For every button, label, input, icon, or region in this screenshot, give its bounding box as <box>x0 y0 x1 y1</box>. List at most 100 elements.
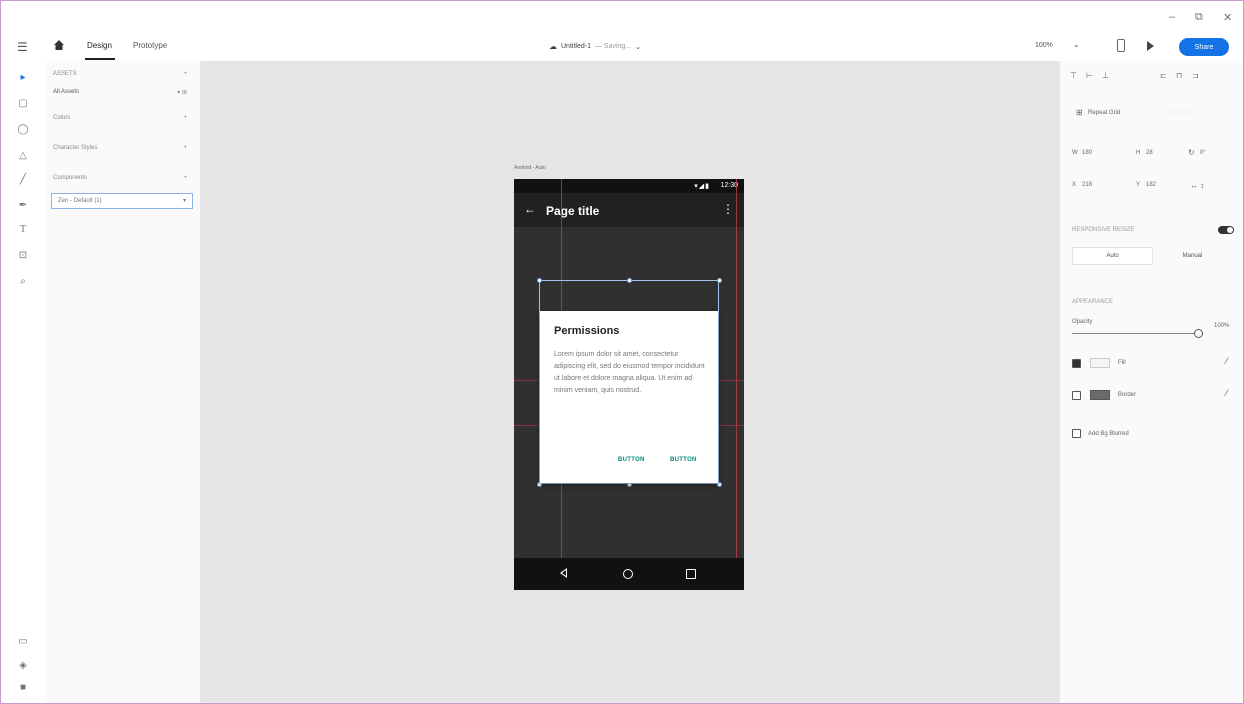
appearance-header: APPEARANCE <box>1072 299 1114 305</box>
repeat-grid-label[interactable]: Repeat Grid <box>1088 110 1120 116</box>
resize-handle[interactable] <box>717 278 722 283</box>
polygon-tool-icon[interactable]: △ <box>17 149 29 161</box>
design-canvas[interactable]: Android - Auto ▾◢▮ 12:30 ← Page title ⋮ <box>201 61 1059 703</box>
fill-swatch[interactable] <box>1090 358 1110 368</box>
y-label: Y <box>1136 182 1141 188</box>
tab-design[interactable]: Design <box>87 41 112 50</box>
signal-battery-icon: ▾◢▮ <box>694 183 710 190</box>
back-arrow-icon[interactable]: ← <box>524 202 536 216</box>
resize-handle[interactable] <box>627 278 632 283</box>
zoom-level[interactable]: 100% <box>1035 42 1053 49</box>
select-tool-icon[interactable]: ▸ <box>17 71 29 83</box>
colors-row[interactable]: Colors + <box>53 115 193 129</box>
artboard-tool-icon[interactable]: ⊡ <box>17 249 29 261</box>
opacity-value[interactable]: 100% <box>1214 323 1229 329</box>
device-preview-icon[interactable] <box>1117 39 1125 52</box>
nav-back-inner <box>562 570 566 576</box>
repeat-grid-icon[interactable]: ⊞ <box>1076 108 1083 117</box>
dialog-button-1[interactable]: BUTTON <box>618 457 645 463</box>
android-nav-bar <box>514 558 744 590</box>
rotation-value[interactable]: 0° <box>1200 150 1206 156</box>
align-left-icon[interactable]: ⊏ <box>1160 71 1168 81</box>
document-assets-icon[interactable]: ▭ <box>17 635 29 647</box>
fill-eyedropper-icon[interactable]: ⁄ <box>1226 356 1228 366</box>
x-label: X <box>1072 182 1077 188</box>
fill-checkbox[interactable] <box>1072 359 1081 368</box>
permissions-dialog[interactable]: Permissions Lorem ipsum dolor sit amet, … <box>540 311 718 483</box>
resize-manual-option[interactable]: Manual <box>1153 247 1232 265</box>
responsive-resize-label: RESPONSIVE RESIZE <box>1072 227 1135 233</box>
align-center-icon[interactable]: ⊓ <box>1176 71 1184 81</box>
character-styles-row[interactable]: Character Styles + <box>53 145 193 159</box>
artboard-label[interactable]: Android - Auto <box>514 165 546 171</box>
add-component-icon[interactable]: + <box>183 175 187 181</box>
minimize-button[interactable]: – <box>1169 11 1175 23</box>
document-title[interactable]: ☁ Untitled-1 — Saving... ⌄ <box>549 42 641 51</box>
share-button[interactable]: Share <box>1179 38 1229 56</box>
nav-home-icon[interactable] <box>623 569 633 579</box>
pen-tool-icon[interactable]: ✒ <box>17 199 29 211</box>
border-swatch[interactable] <box>1090 390 1110 400</box>
fill-label: Fill <box>1118 360 1126 366</box>
close-button[interactable]: ✕ <box>1223 11 1232 24</box>
more-vert-icon[interactable]: ⋮ <box>722 202 734 216</box>
nav-recents-icon[interactable] <box>686 569 696 579</box>
rotate-icon[interactable]: ↻ <box>1188 148 1195 157</box>
component-select[interactable]: Zen - Default (1) ▾ <box>51 193 193 209</box>
resize-auto-option[interactable]: Auto <box>1072 247 1153 265</box>
zoom-tool-icon[interactable]: ⌕ <box>17 275 29 287</box>
height-value[interactable]: 28 <box>1146 150 1153 156</box>
app-window: – ⧉ ✕ ☰ Design Prototype ☁ Untitled-1 — … <box>0 0 1244 704</box>
android-app-bar: ← Page title ⋮ <box>514 193 744 227</box>
title-bar: – ⧉ ✕ <box>1 1 1243 33</box>
border-checkbox[interactable] <box>1072 391 1081 400</box>
x-value[interactable]: 218 <box>1082 182 1092 188</box>
add-color-icon[interactable]: + <box>183 115 187 121</box>
view-toggle-icon[interactable]: ▾ ⊞ <box>177 89 187 96</box>
dialog-title: Permissions <box>554 325 620 337</box>
assets-title: ASSETS <box>53 71 77 77</box>
maximize-button[interactable]: ⧉ <box>1195 11 1203 24</box>
text-tool-icon[interactable]: T <box>17 223 29 235</box>
play-icon[interactable] <box>1147 41 1154 51</box>
home-icon[interactable] <box>53 39 65 51</box>
all-assets-row[interactable]: All Assets ▾ ⊞ <box>53 89 193 103</box>
tab-prototype[interactable]: Prototype <box>133 41 167 50</box>
opacity-slider-thumb[interactable] <box>1194 329 1203 338</box>
align-middle-icon[interactable]: ⊢ <box>1086 71 1094 81</box>
align-top-icon[interactable]: ⊤ <box>1070 71 1078 81</box>
line-tool-icon[interactable]: ╱ <box>17 173 29 185</box>
add-style-icon[interactable]: + <box>183 145 187 151</box>
ellipse-tool-icon[interactable]: ◯ <box>17 123 29 135</box>
align-right-icon[interactable]: ⊐ <box>1192 71 1200 81</box>
y-value[interactable]: 182 <box>1146 182 1156 188</box>
chevron-down-icon: ▾ <box>182 198 186 204</box>
opacity-label: Opacity <box>1072 319 1093 325</box>
components-row[interactable]: Components + <box>53 175 193 189</box>
components-label: Components <box>53 175 88 181</box>
flip-icon[interactable]: ↔ ↕ <box>1190 181 1204 190</box>
add-icon[interactable]: + <box>183 71 187 77</box>
align-bottom-icon[interactable]: ⊥ <box>1102 71 1110 81</box>
border-label: Border <box>1118 392 1137 398</box>
artboard-android[interactable]: ▾◢▮ 12:30 ← Page title ⋮ Permissions Lor… <box>514 179 744 590</box>
chevron-down-icon: ⌄ <box>635 43 642 51</box>
assets-header: ASSETS + <box>53 71 193 85</box>
responsive-resize-toggle[interactable] <box>1218 226 1234 234</box>
hamburger-menu-icon[interactable]: ☰ <box>17 40 28 54</box>
border-eyedropper-icon[interactable]: ⁄ <box>1226 388 1228 398</box>
zoom-chevron-icon[interactable]: ⌄ <box>1073 40 1080 49</box>
dialog-button-2[interactable]: BUTTON <box>670 457 697 463</box>
plugins-icon[interactable]: ■ <box>17 681 29 693</box>
layers-icon[interactable]: ◈ <box>17 659 29 671</box>
boolean-ops-icon[interactable]: ◌ ◌ ◌ ◌ <box>1168 108 1194 117</box>
height-label: H <box>1136 150 1141 156</box>
character-styles-label: Character Styles <box>53 145 98 151</box>
width-value[interactable]: 180 <box>1082 150 1092 156</box>
rectangle-tool-icon[interactable]: ▢ <box>17 97 29 109</box>
opacity-slider-track[interactable] <box>1072 333 1196 334</box>
bg-blur-checkbox[interactable] <box>1072 429 1081 438</box>
resize-handle[interactable] <box>537 278 542 283</box>
all-assets-label: All Assets <box>53 89 80 95</box>
dialog-body: Lorem ipsum dolor sit amet, consectetur … <box>554 351 705 394</box>
